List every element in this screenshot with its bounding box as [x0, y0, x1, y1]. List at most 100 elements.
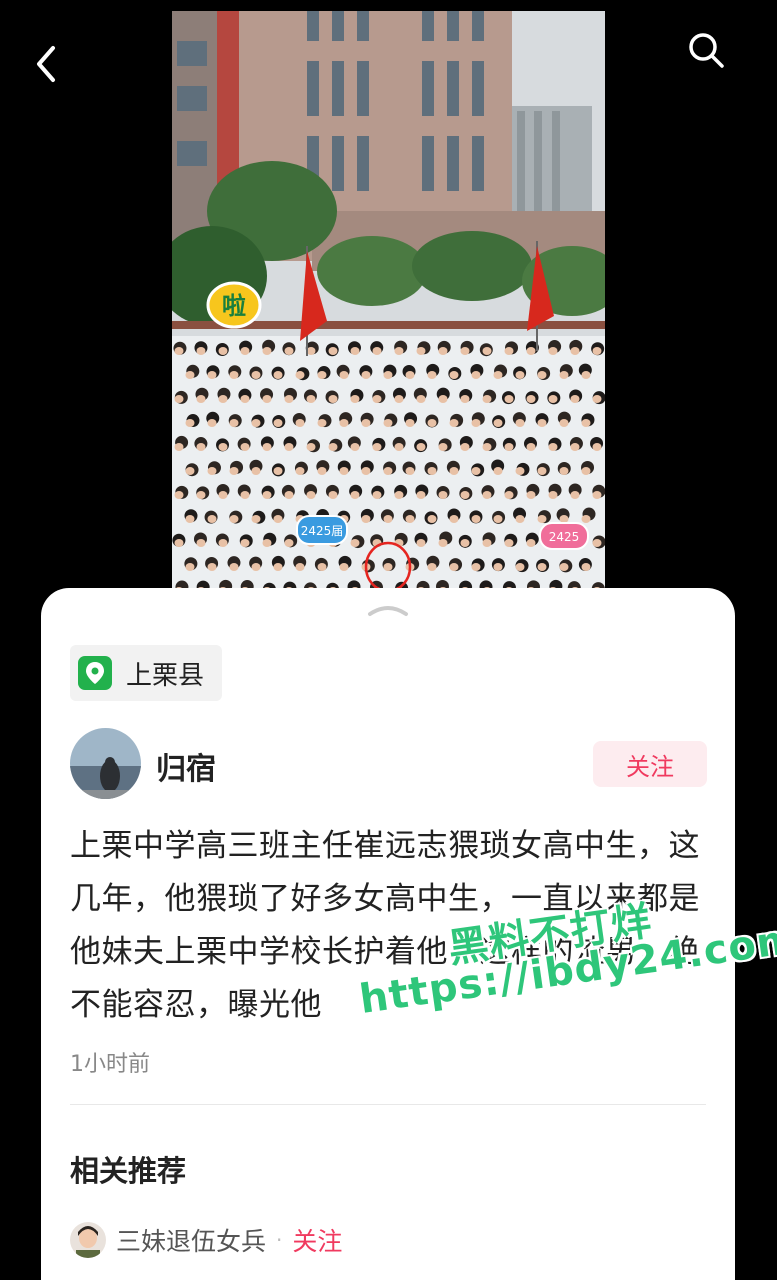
crowd-face [526, 395, 536, 403]
crowd-face [229, 515, 239, 523]
crowd-face [493, 515, 503, 523]
crowd-face [559, 467, 569, 475]
crowd-face [350, 491, 360, 499]
author-avatar[interactable] [70, 728, 141, 799]
crowd-face [174, 539, 184, 547]
crowd-face [570, 491, 580, 499]
crowd-face [427, 467, 437, 475]
crowd-face [372, 347, 382, 355]
crowd-face [229, 419, 239, 427]
crowd-face [482, 347, 492, 355]
crowd-face [482, 491, 492, 499]
crowd-face [339, 419, 349, 427]
location-tag[interactable]: 上栗县 [70, 645, 223, 701]
crowd-face [460, 347, 470, 355]
crowd-face [383, 467, 393, 475]
crowd-face [218, 443, 228, 451]
related-title: 相关推荐 [70, 1154, 187, 1188]
back-button[interactable] [20, 38, 72, 90]
crowd-face [350, 347, 360, 355]
crowd-face [328, 491, 338, 499]
crowd-face [570, 443, 580, 451]
crowd-face [339, 467, 349, 475]
crowd-face [339, 371, 349, 379]
related-name[interactable]: 三妹退伍女兵 [116, 1222, 266, 1258]
crowd-face [592, 395, 602, 403]
crowd-face [273, 563, 283, 571]
post-body: 上栗中学高三班主任崔远志猥琐女高中生，这几年，他猥琐了好多女高中生，一直以来都是… [70, 828, 700, 1023]
follow-button[interactable]: 关注 [593, 741, 707, 787]
crowd-face [174, 443, 184, 451]
crowd-face [306, 491, 316, 499]
crowd-face [218, 395, 228, 403]
crowd-face [284, 395, 294, 403]
crowd-face [218, 491, 228, 499]
crowd-face [229, 563, 239, 571]
sheet-handle-icon[interactable] [366, 600, 410, 620]
crowd-face [504, 443, 514, 451]
crowd-face [262, 347, 272, 355]
crowd-face [383, 371, 393, 379]
related-avatar[interactable] [70, 1222, 106, 1258]
crowd-face [273, 515, 283, 523]
crowd-face [526, 491, 536, 499]
crowd-face [515, 371, 525, 379]
crowd-face [218, 347, 228, 355]
crowd-face [328, 347, 338, 355]
crowd-face [262, 395, 272, 403]
crowd-face [592, 443, 602, 451]
crowd-face [361, 419, 371, 427]
divider [70, 1104, 706, 1105]
crowd-face [581, 419, 591, 427]
crowd-face [317, 419, 327, 427]
crowd-face [328, 443, 338, 451]
crowd-face [548, 491, 558, 499]
author-name[interactable]: 归宿 [156, 744, 216, 788]
crowd-face [581, 371, 591, 379]
post-timestamp: 1小时前 [70, 1052, 150, 1077]
search-button[interactable] [680, 24, 732, 76]
crowd-face [592, 347, 602, 355]
crowd-face [317, 563, 327, 571]
crowd-face [317, 371, 327, 379]
crowd-face [460, 395, 470, 403]
crowd-face [284, 539, 294, 547]
crowd-face [284, 443, 294, 451]
crowd-face [570, 347, 580, 355]
crowd-face [548, 443, 558, 451]
crowd-face [460, 539, 470, 547]
crowd-face [537, 419, 547, 427]
crowd-face [185, 467, 195, 475]
crowd-face [295, 467, 305, 475]
badge-left-text: 2425届 [301, 524, 344, 538]
crowd-face [449, 419, 459, 427]
crowd-face [284, 491, 294, 499]
crowd-face [526, 539, 536, 547]
crowd-face [416, 539, 426, 547]
location-label: 上栗县 [126, 660, 205, 691]
crowd-face [372, 491, 382, 499]
crowd-face [295, 371, 305, 379]
crowd-face [438, 539, 448, 547]
crowd-face [361, 371, 371, 379]
crowd-face [372, 395, 382, 403]
crowd-face [581, 467, 591, 475]
crowd-face [284, 347, 294, 355]
crowd-face [240, 395, 250, 403]
crowd-face [196, 443, 206, 451]
crowd-face [372, 443, 382, 451]
crowd-face [427, 371, 437, 379]
crowd-face [482, 443, 492, 451]
crowd-face [570, 395, 580, 403]
crowd-face [405, 371, 415, 379]
crowd-face [317, 467, 327, 475]
crowd-face [207, 467, 217, 475]
post-photo[interactable]: 啦 2425届 2425 [172, 11, 605, 611]
crowd-face [471, 419, 481, 427]
crowd-face [394, 395, 404, 403]
related-follow-button[interactable]: 关注 [292, 1222, 342, 1258]
crowd-face [493, 371, 503, 379]
crowd-face [229, 467, 239, 475]
related-item[interactable]: 三妹退伍女兵 · 关注 [70, 1220, 342, 1260]
crowd-face [174, 491, 184, 499]
